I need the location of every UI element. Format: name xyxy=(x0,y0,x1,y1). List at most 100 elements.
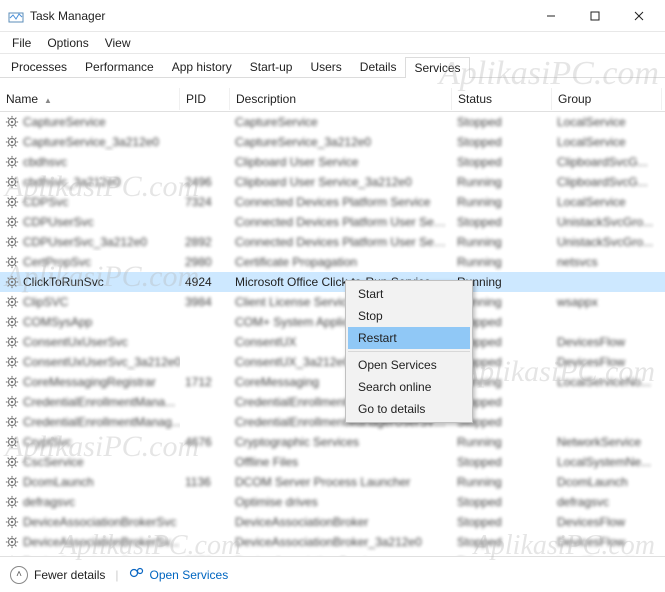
titlebar: Task Manager xyxy=(0,0,665,32)
tab-apphistory[interactable]: App history xyxy=(163,56,241,77)
service-pid xyxy=(180,400,230,404)
service-name: CredentialEnrollmentManag... xyxy=(23,415,180,429)
service-gear-icon xyxy=(5,315,19,329)
service-gear-icon xyxy=(5,155,19,169)
col-status[interactable]: Status xyxy=(452,88,552,110)
table-row[interactable]: CoreMessagingRegistrar1712CoreMessagingR… xyxy=(0,372,665,392)
fewer-details-label: Fewer details xyxy=(34,568,105,582)
table-row[interactable]: CryptSvc4676Cryptographic ServicesRunnin… xyxy=(0,432,665,452)
service-name: CoreMessagingRegistrar xyxy=(23,375,156,389)
service-gear-icon xyxy=(5,135,19,149)
service-gear-icon xyxy=(5,355,19,369)
tab-details[interactable]: Details xyxy=(351,56,406,77)
maximize-button[interactable] xyxy=(573,2,617,30)
service-status: Stopped xyxy=(452,533,552,551)
service-pid xyxy=(180,520,230,524)
service-name: ClipSVC xyxy=(23,295,68,309)
service-group xyxy=(552,320,662,324)
table-row[interactable]: ClipSVC3984Client License ServiceRunning… xyxy=(0,292,665,312)
service-pid: 4676 xyxy=(180,433,230,451)
service-description: CaptureService xyxy=(230,113,452,131)
table-row[interactable]: cbdhsvcClipboard User ServiceStoppedClip… xyxy=(0,152,665,172)
window-title: Task Manager xyxy=(30,9,529,23)
fewer-details-button[interactable]: ˄ Fewer details xyxy=(10,566,105,584)
service-name: COMSysApp xyxy=(23,315,92,329)
tab-processes[interactable]: Processes xyxy=(2,56,76,77)
ctx-go-to-details[interactable]: Go to details xyxy=(348,398,470,420)
service-description: Connected Devices Platform User Ser... xyxy=(230,233,452,251)
service-gear-icon xyxy=(5,435,19,449)
service-name: cbdhsvc xyxy=(23,155,67,169)
service-gear-icon xyxy=(5,415,19,429)
table-row[interactable]: DeviceAssociationBrokerSv...DeviceAssoci… xyxy=(0,532,665,552)
service-gear-icon xyxy=(5,475,19,489)
service-pid xyxy=(180,140,230,144)
service-name: CaptureService_3a212e0 xyxy=(23,135,159,149)
service-name: cbdhsvc_3a212e0 xyxy=(23,175,120,189)
service-group: DevicesFlow xyxy=(552,513,662,531)
service-pid xyxy=(180,220,230,224)
col-group[interactable]: Group xyxy=(552,88,662,110)
ctx-search-online[interactable]: Search online xyxy=(348,376,470,398)
service-status: Stopped xyxy=(452,113,552,131)
ctx-restart[interactable]: Restart xyxy=(348,327,470,349)
table-row[interactable]: COMSysAppCOM+ System ApplicationStopped xyxy=(0,312,665,332)
open-services-label: Open Services xyxy=(150,568,229,582)
table-row[interactable]: CertPropSvc2980Certificate PropagationRu… xyxy=(0,252,665,272)
service-group: DcomLaunch xyxy=(552,473,662,491)
service-pid: 2892 xyxy=(180,233,230,251)
table-row[interactable]: DeviceAssociationBrokerSvcDeviceAssociat… xyxy=(0,512,665,532)
table-row[interactable]: CredentialEnrollmentMana...CredentialEnr… xyxy=(0,392,665,412)
ctx-stop[interactable]: Stop xyxy=(348,305,470,327)
open-services-link[interactable]: Open Services xyxy=(129,566,229,583)
table-row[interactable]: CDPUserSvcConnected Devices Platform Use… xyxy=(0,212,665,232)
menu-file[interactable]: File xyxy=(6,34,37,52)
table-row[interactable]: CaptureServiceCaptureServiceStoppedLocal… xyxy=(0,112,665,132)
tab-bar: Processes Performance App history Start-… xyxy=(0,54,665,78)
service-pid: 4924 xyxy=(180,273,230,291)
table-row[interactable]: ClickToRunSvc4924Microsoft Office Click-… xyxy=(0,272,665,292)
table-row[interactable]: CaptureService_3a212e0CaptureService_3a2… xyxy=(0,132,665,152)
ctx-separator xyxy=(348,351,470,352)
table-row[interactable]: cbdhsvc_3a212e02496Clipboard User Servic… xyxy=(0,172,665,192)
service-status: Stopped xyxy=(452,513,552,531)
tab-startup[interactable]: Start-up xyxy=(241,56,302,77)
ctx-start[interactable]: Start xyxy=(348,283,470,305)
service-group: wsappx xyxy=(552,293,662,311)
col-pid[interactable]: PID xyxy=(180,88,230,110)
service-description: Clipboard User Service xyxy=(230,153,452,171)
service-name: DeviceAssociationBrokerSvc xyxy=(23,515,176,529)
service-name: CDPUserSvc xyxy=(23,215,94,229)
table-row[interactable]: CscServiceOffline FilesStoppedLocalSyste… xyxy=(0,452,665,472)
tab-services[interactable]: Services xyxy=(405,57,469,78)
table-row[interactable]: ConsentUxUserSvc_3a212e0ConsentUX_3a212e… xyxy=(0,352,665,372)
service-group: UnistackSvcGro... xyxy=(552,233,662,251)
close-button[interactable] xyxy=(617,2,661,30)
service-description: Certificate Propagation xyxy=(230,253,452,271)
table-row[interactable]: ConsentUxUserSvcConsentUXStoppedDevicesF… xyxy=(0,332,665,352)
footer-divider: | xyxy=(115,568,118,582)
table-row[interactable]: DcomLaunch1136DCOM Server Process Launch… xyxy=(0,472,665,492)
service-pid: 7324 xyxy=(180,193,230,211)
tab-performance[interactable]: Performance xyxy=(76,56,163,77)
ctx-open-services[interactable]: Open Services xyxy=(348,354,470,376)
table-row[interactable]: CDPSvc7324Connected Devices Platform Ser… xyxy=(0,192,665,212)
tab-users[interactable]: Users xyxy=(301,56,350,77)
service-gear-icon xyxy=(5,235,19,249)
service-status: Running xyxy=(452,233,552,251)
service-pid xyxy=(180,160,230,164)
taskmanager-icon xyxy=(8,8,24,24)
service-description: Clipboard User Service_3a212e0 xyxy=(230,173,452,191)
col-description[interactable]: Description xyxy=(230,88,452,110)
table-row[interactable]: defragsvcOptimise drivesStoppeddefragsvc xyxy=(0,492,665,512)
col-name[interactable]: Name▲ xyxy=(0,88,180,110)
footer: ˄ Fewer details | Open Services xyxy=(0,556,665,592)
table-row[interactable]: CDPUserSvc_3a212e02892Connected Devices … xyxy=(0,232,665,252)
table-row[interactable]: CredentialEnrollmentManag...CredentialEn… xyxy=(0,412,665,432)
menu-options[interactable]: Options xyxy=(41,34,94,52)
minimize-button[interactable] xyxy=(529,2,573,30)
service-gear-icon xyxy=(5,255,19,269)
menu-view[interactable]: View xyxy=(99,34,137,52)
service-pid xyxy=(180,500,230,504)
services-list[interactable]: CaptureServiceCaptureServiceStoppedLocal… xyxy=(0,112,665,564)
